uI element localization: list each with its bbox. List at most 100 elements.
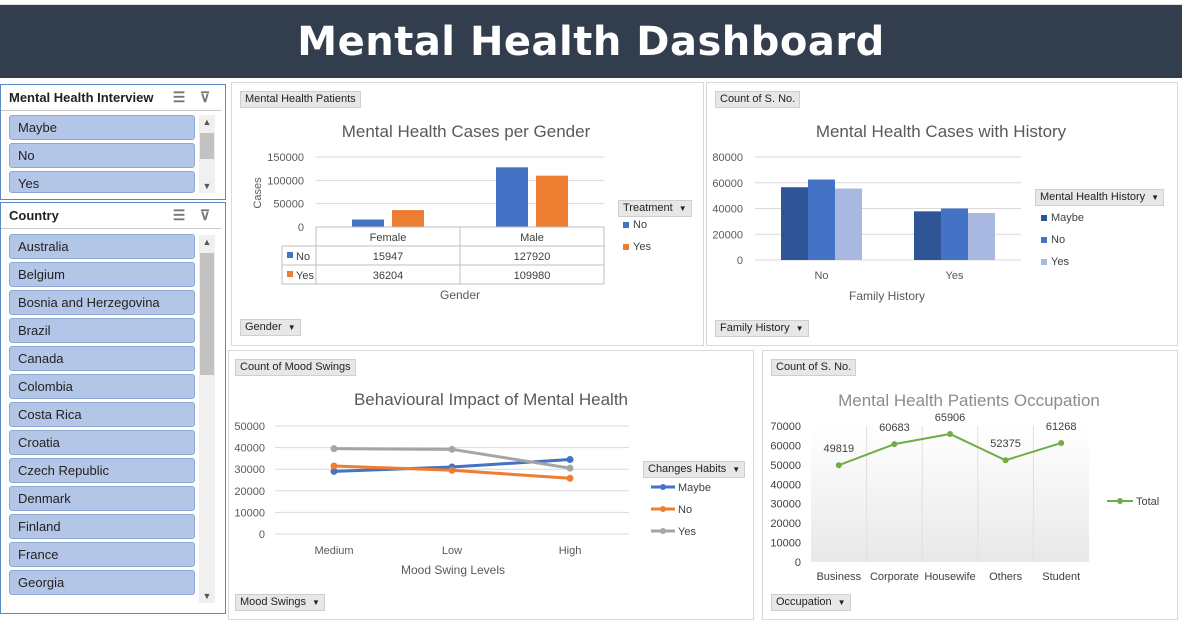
chart-panel-occupation[interactable]: Count of S. No. Mental Health Patients O… xyxy=(762,350,1178,620)
clear-filter-icon[interactable]: ⊽ xyxy=(195,207,215,224)
y-tick-label: 0 xyxy=(298,222,304,234)
slicer-title: Country xyxy=(9,208,59,223)
legend-marker xyxy=(1041,237,1047,243)
axis-field-label: Family History xyxy=(720,322,790,334)
legend-marker xyxy=(660,506,666,512)
table-value: 109980 xyxy=(514,270,551,282)
axis-field-button[interactable]: Occupation ▼ xyxy=(771,594,851,611)
slicer-item[interactable]: Australia xyxy=(9,234,195,259)
slicer-item[interactable]: Maybe xyxy=(9,115,195,140)
legend-label: No xyxy=(1051,234,1065,246)
bar xyxy=(835,188,862,260)
slicer-country[interactable]: Country ☰ ⊽ Australia Belgium Bosnia and H… xyxy=(0,202,226,614)
y-tick-label: 40000 xyxy=(234,443,265,455)
y-tick-label: 100000 xyxy=(267,175,304,187)
scroll-down-icon[interactable]: ▼ xyxy=(199,179,215,193)
multi-select-icon[interactable]: ☰ xyxy=(169,207,189,224)
legend-label: Yes xyxy=(678,526,696,538)
bar xyxy=(968,213,995,260)
y-tick-label: 40000 xyxy=(712,204,743,216)
slicer-item[interactable]: Finland xyxy=(9,514,195,539)
slicer-item[interactable]: Croatia xyxy=(9,430,195,455)
slicer-item[interactable]: Czech Republic xyxy=(9,458,195,483)
data-point xyxy=(448,445,456,453)
y-tick-label: 50000 xyxy=(234,421,265,433)
occupation-chart: Mental Health Patients Occupation 70000 60… xyxy=(770,391,1159,583)
data-label: 61268 xyxy=(1046,421,1077,433)
legend-field-button[interactable]: Changes Habits ▼ xyxy=(643,461,746,478)
data-point xyxy=(947,430,953,437)
y-tick-label: 60000 xyxy=(712,178,743,190)
data-point xyxy=(891,441,898,448)
legend-label: No xyxy=(678,504,692,516)
scroll-thumb[interactable] xyxy=(200,133,214,159)
data-point xyxy=(566,474,574,482)
history-chart: Mental Health Cases with History 80000 600… xyxy=(712,122,1084,303)
dropdown-icon: ▼ xyxy=(732,465,741,474)
legend-field-button[interactable]: Treatment ▼ xyxy=(618,200,692,217)
bar xyxy=(914,211,941,260)
chart-panel-gender[interactable]: Mental Health Patients Mental Health Cas… xyxy=(231,82,704,346)
slicer-scrollbar[interactable]: ▲ ▼ xyxy=(199,235,215,603)
axis-field-label: Mood Swings xyxy=(240,596,307,608)
slicer-mental-health-interview[interactable]: Mental Health Interview ☰ ⊽ Maybe No Yes ▲… xyxy=(0,84,226,200)
slicer-item[interactable]: Colombia xyxy=(9,374,195,399)
scroll-up-icon[interactable]: ▲ xyxy=(199,235,215,249)
axis-field-label: Occupation xyxy=(776,596,832,608)
slicer-item[interactable]: Belgium xyxy=(9,262,195,287)
dropdown-icon: ▼ xyxy=(287,323,296,332)
bar xyxy=(496,167,528,227)
slicer-item[interactable]: Georgia xyxy=(9,570,195,595)
slicer-item[interactable]: Denmark xyxy=(9,486,195,511)
data-label: 49819 xyxy=(824,443,855,455)
scroll-down-icon[interactable]: ▼ xyxy=(199,589,215,603)
y-tick-label: 80000 xyxy=(712,152,743,164)
legend-field-label: Mental Health History xyxy=(1040,191,1146,203)
dropdown-icon: ▼ xyxy=(795,324,804,333)
chart-panel-history[interactable]: Count of S. No. Mental Health Cases with… xyxy=(706,82,1178,346)
data-point xyxy=(330,462,338,470)
axis-field-button[interactable]: Family History ▼ xyxy=(715,320,809,337)
slicer-item[interactable]: Brazil xyxy=(9,318,195,343)
y-tick-label: 10000 xyxy=(770,538,801,550)
legend-marker xyxy=(660,528,666,534)
slicer-scrollbar[interactable]: ▲ ▼ xyxy=(199,115,215,193)
slicer-item[interactable]: France xyxy=(9,542,195,567)
scroll-up-icon[interactable]: ▲ xyxy=(199,115,215,129)
scroll-thumb[interactable] xyxy=(200,253,214,375)
data-label: 60683 xyxy=(879,422,910,434)
slicer-item[interactable]: Yes xyxy=(9,171,195,193)
slicer-item[interactable]: Bosnia and Herzegovina xyxy=(9,290,195,315)
slicer-item[interactable]: No xyxy=(9,143,195,168)
legend-marker xyxy=(1041,215,1047,221)
x-tick-label: High xyxy=(559,545,582,557)
axis-field-button[interactable]: Mood Swings ▼ xyxy=(235,594,325,611)
y-tick-label: 30000 xyxy=(234,464,265,476)
y-tick-label: 30000 xyxy=(770,499,801,511)
axis-field-button[interactable]: Gender ▼ xyxy=(240,319,301,336)
multi-select-icon[interactable]: ☰ xyxy=(169,89,189,106)
y-tick-label: 10000 xyxy=(234,507,265,519)
x-tick-label: Housewife xyxy=(924,571,975,583)
slicer-item[interactable]: Costa Rica xyxy=(9,402,195,427)
legend-key xyxy=(287,252,293,258)
chart-title: Mental Health Patients Occupation xyxy=(838,391,1100,410)
legend-label: No xyxy=(633,219,647,231)
data-point xyxy=(1058,439,1065,446)
dropdown-icon: ▼ xyxy=(837,598,846,607)
slicer-header: Mental Health Interview ☰ ⊽ xyxy=(1,85,221,111)
legend-field-label: Treatment xyxy=(623,202,673,214)
y-tick-label: 50000 xyxy=(770,460,801,472)
legend-marker xyxy=(623,222,629,228)
y-tick-label: 20000 xyxy=(712,229,743,241)
chart-title: Mental Health Cases with History xyxy=(816,122,1067,141)
table-value: 127920 xyxy=(514,251,551,263)
data-point xyxy=(566,464,574,472)
slicer-item[interactable]: Canada xyxy=(9,346,195,371)
chart-panel-mood[interactable]: Count of Mood Swings Behavioural Impact … xyxy=(228,350,754,620)
legend-field-button[interactable]: Mental Health History ▼ xyxy=(1035,189,1165,206)
bar xyxy=(941,208,968,260)
table-series-label: No xyxy=(296,251,310,263)
y-tick-label: 0 xyxy=(795,557,801,569)
clear-filter-icon[interactable]: ⊽ xyxy=(195,89,215,106)
